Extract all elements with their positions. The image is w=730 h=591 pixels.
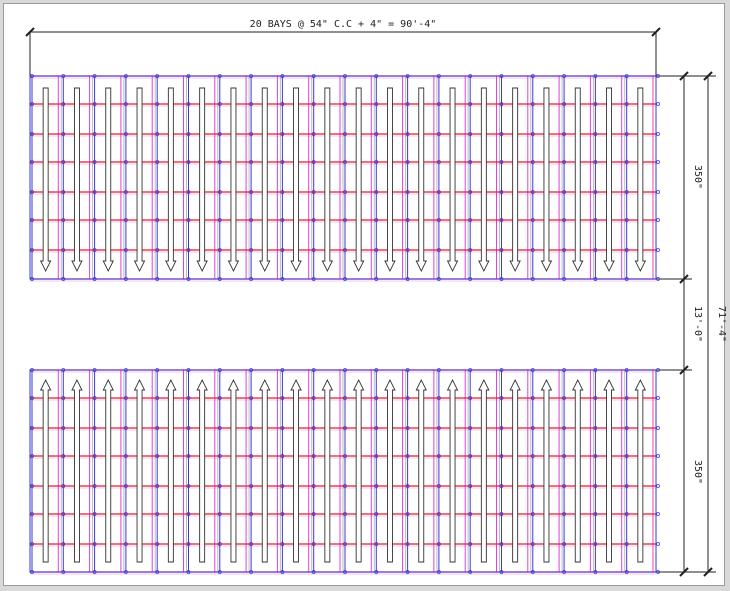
upper-rack-block — [29, 74, 660, 282]
connection-node — [656, 396, 660, 400]
flow-arrow-up-icon — [634, 378, 647, 563]
flow-arrow-up-icon — [165, 378, 177, 563]
connection-node — [656, 190, 660, 194]
flow-arrow-down-icon — [259, 87, 271, 273]
racks-layer — [29, 74, 660, 575]
connection-node — [656, 512, 660, 516]
flow-arrow-up-icon — [540, 378, 553, 563]
flow-arrow-up-icon — [603, 378, 615, 563]
connection-node — [656, 218, 660, 222]
flow-arrow-up-icon — [133, 378, 146, 563]
flow-arrow-up-icon — [572, 378, 584, 563]
flow-arrow-down-icon — [227, 87, 240, 273]
connection-node — [656, 454, 660, 458]
flow-arrow-down-icon — [321, 87, 334, 273]
top-width-label: 20 BAYS @ 54" C.C + 4" = 90'-4" — [250, 19, 437, 30]
connection-node — [656, 132, 660, 136]
connection-node — [656, 102, 660, 106]
flow-arrow-down-icon — [509, 87, 521, 273]
lower-depth-label: 350" — [692, 460, 703, 484]
flow-arrow-down-icon — [165, 87, 177, 273]
flow-arrow-down-icon — [446, 87, 459, 273]
flow-arrow-down-icon — [634, 87, 647, 273]
lower-rack-block — [29, 368, 660, 575]
flow-arrow-down-icon — [572, 87, 584, 273]
flow-arrow-down-icon — [415, 87, 427, 273]
flow-arrow-down-icon — [196, 87, 208, 273]
flow-arrow-up-icon — [71, 378, 83, 563]
connection-node — [656, 248, 660, 252]
flow-arrow-down-icon — [540, 87, 553, 273]
flow-arrow-up-icon — [478, 378, 490, 563]
aisle-gap-label: 13'-0" — [692, 306, 703, 342]
flow-arrow-down-icon — [133, 87, 146, 273]
upper-depth-label: 350" — [692, 165, 703, 189]
drawing-sheet: 20 BAYS @ 54" C.C + 4" = 90'-4" 350" 13'… — [3, 3, 726, 586]
overall-depth-label: 71'-4" — [716, 306, 726, 342]
flow-arrow-down-icon — [478, 87, 490, 273]
flow-arrow-down-icon — [352, 87, 365, 273]
connection-node — [656, 426, 660, 430]
flow-arrow-down-icon — [384, 87, 396, 273]
flow-arrow-up-icon — [446, 378, 459, 563]
flow-arrow-down-icon — [71, 87, 83, 273]
flow-arrow-up-icon — [352, 378, 365, 563]
flow-arrow-up-icon — [227, 378, 240, 563]
rack-layout-drawing: 20 BAYS @ 54" C.C + 4" = 90'-4" 350" 13'… — [25, 19, 726, 577]
connection-node — [656, 542, 660, 546]
flow-arrow-down-icon — [603, 87, 615, 273]
flow-arrow-up-icon — [102, 378, 114, 563]
connection-node — [656, 484, 660, 488]
flow-arrow-up-icon — [196, 378, 208, 563]
flow-arrow-up-icon — [321, 378, 334, 563]
flow-arrow-up-icon — [415, 378, 427, 563]
connection-node — [656, 160, 660, 164]
flow-arrow-down-icon — [290, 87, 302, 273]
flow-arrow-up-icon — [290, 378, 302, 563]
flow-arrow-up-icon — [39, 378, 52, 563]
flow-arrow-up-icon — [509, 378, 521, 563]
flow-arrow-down-icon — [102, 87, 114, 273]
flow-arrow-down-icon — [39, 87, 52, 273]
flow-arrow-up-icon — [259, 378, 271, 563]
flow-arrow-up-icon — [384, 378, 396, 563]
